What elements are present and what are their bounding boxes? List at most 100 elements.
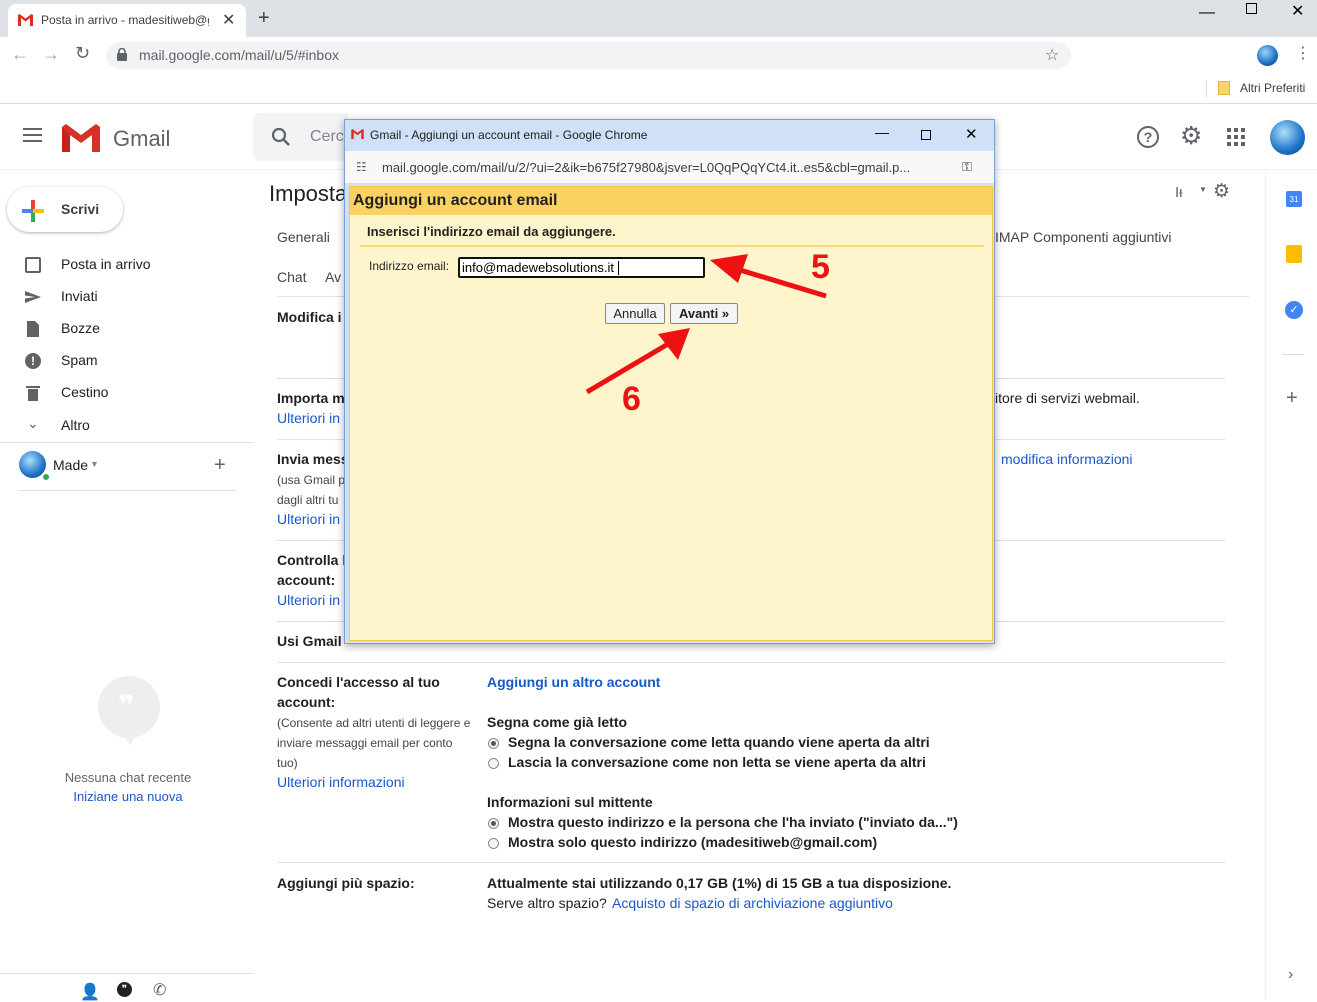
segna-radio-1[interactable]	[488, 738, 499, 749]
apps-grid-icon[interactable]	[1227, 128, 1245, 146]
bookmark-star-icon[interactable]: ☆	[1045, 45, 1059, 65]
profile-avatar-icon[interactable]	[1257, 45, 1278, 66]
row-controlla-link[interactable]: Ulteriori in	[277, 592, 340, 608]
no-chat-text: Nessuna chat recente	[64, 770, 192, 785]
side-panel-separator	[1282, 354, 1304, 355]
tab-addons[interactable]: Componenti aggiuntivi	[1033, 229, 1172, 245]
add-chat-icon[interactable]: +	[214, 454, 226, 477]
add-addon-icon[interactable]: +	[1286, 387, 1298, 410]
step-6-label: 6	[622, 380, 641, 418]
info-radio-2[interactable]	[488, 838, 499, 849]
close-tab-icon[interactable]: ✕	[222, 10, 235, 30]
info-option-1[interactable]: Mostra questo indirizzo e la persona che…	[508, 814, 958, 830]
info-radio-1[interactable]	[488, 818, 499, 829]
info-option-2[interactable]: Mostra solo questo indirizzo (madesitiwe…	[508, 834, 877, 850]
tab-advanced[interactable]: Av	[325, 269, 341, 285]
bookmarks-divider	[1206, 80, 1207, 97]
help-icon[interactable]: ?	[1137, 126, 1159, 148]
gmail-favicon-icon	[18, 14, 33, 26]
add-another-account-link[interactable]: Aggiungi un altro account	[487, 674, 660, 690]
popup-close-icon[interactable]: ✕	[965, 125, 978, 143]
tasks-icon[interactable]: ✓	[1285, 301, 1303, 319]
chat-bubble-icon: ❞	[98, 676, 160, 746]
tab-imap[interactable]: IMAP	[995, 229, 1029, 245]
gmail-logo-text: Gmail	[113, 126, 171, 151]
chrome-menu-icon[interactable]: ⋮	[1295, 43, 1311, 63]
bookmark-folder-label[interactable]: Altri Preferiti	[1240, 81, 1305, 95]
modifica-informazioni-link[interactable]: modifica informazioni	[1001, 451, 1133, 467]
window-close-icon[interactable]: ✕	[1291, 1, 1304, 21]
chevron-down-icon: ⌄	[27, 415, 39, 431]
segna-radio-2[interactable]	[488, 758, 499, 769]
row-concedi-sub: (Consente ad altri utenti di leggere e	[277, 716, 471, 730]
sidebar-item-more[interactable]: ⌄ Altro	[0, 410, 240, 442]
main-menu-icon[interactable]	[23, 128, 42, 142]
segna-option-2[interactable]: Lascia la conversazione come non letta s…	[508, 754, 926, 770]
sidebar-item-drafts[interactable]: Bozze	[0, 313, 240, 345]
tab-chat[interactable]: Chat	[277, 269, 307, 285]
back-icon[interactable]: ←	[11, 44, 29, 65]
compose-button[interactable]: Scrivi	[7, 187, 123, 232]
sidebar-item-sent[interactable]: Inviati	[0, 281, 240, 313]
contacts-icon[interactable]: 👤	[80, 982, 100, 1002]
annotation-arrows	[585, 254, 827, 395]
row-invia-link[interactable]: Ulteriori in	[277, 511, 340, 527]
hangouts-chat-icon[interactable]: ❞	[117, 982, 132, 997]
expand-panel-icon[interactable]: ›	[1288, 966, 1293, 984]
reload-icon[interactable]: ↻	[75, 43, 90, 64]
row-spazio-label: Aggiungi più spazio:	[277, 875, 415, 891]
segna-option-1[interactable]: Segna la conversazione come letta quando…	[508, 734, 930, 750]
sidebar-item-trash[interactable]: Cestino	[0, 377, 240, 409]
gmail-logo-icon[interactable]	[62, 124, 100, 152]
buy-storage-link[interactable]: Acquisto di spazio di archiviazione aggi…	[612, 895, 893, 911]
minimize-icon[interactable]: —	[1199, 4, 1215, 22]
hangouts-account-label[interactable]: Made	[53, 457, 88, 473]
storage-usage-text: Attualmente stai utilizzando 0,17 GB (1%…	[487, 875, 952, 891]
popup-maximize-icon[interactable]	[921, 130, 931, 140]
bookmarks-bar: Altri Preferiti	[0, 74, 1317, 104]
sidebar-item-spam[interactable]: ! Spam	[0, 345, 240, 377]
sidebar-item-inbox[interactable]: Posta in arrivo	[0, 249, 240, 281]
popup-divider	[360, 245, 984, 247]
settings-gear-icon[interactable]: ⚙	[1180, 121, 1202, 151]
popup-url-text: mail.google.com/mail/u/2/?ui=2&ik=b675f2…	[382, 160, 911, 175]
row-divider	[277, 862, 1225, 863]
calendar-icon[interactable]: 31	[1286, 191, 1302, 207]
row-concedi-link[interactable]: Ulteriori informazioni	[277, 774, 405, 790]
browser-tab[interactable]: Posta in arrivo - madesitiweb@g ✕	[8, 4, 246, 37]
phone-icon[interactable]: ✆	[153, 980, 166, 1000]
site-settings-icon[interactable]: ☷	[356, 160, 367, 174]
start-chat-link[interactable]: Iniziane una nuova	[0, 789, 256, 804]
input-tools-icon[interactable]: Iᵼ	[1175, 184, 1183, 201]
key-icon[interactable]: ⚿	[962, 159, 972, 175]
maximize-icon[interactable]	[1246, 3, 1257, 14]
search-box[interactable]: Cerc	[253, 113, 348, 161]
popup-window-title: Gmail - Aggiungi un account email - Goog…	[370, 128, 648, 142]
sidebar-item-label: Posta in arrivo	[61, 256, 151, 272]
trash-icon	[26, 386, 40, 401]
settings-small-gear-icon[interactable]: ⚙	[1213, 180, 1230, 203]
row-concedi-sub: inviare messaggi email per conto	[277, 736, 453, 750]
search-placeholder: Cerc	[310, 128, 344, 145]
row-concedi-sub: tuo)	[277, 756, 298, 770]
row-importa-link[interactable]: Ulteriori in	[277, 410, 340, 426]
row-concedi-label: Concedi l'accesso al tuo	[277, 674, 440, 690]
row-divider	[277, 662, 1225, 663]
folder-icon	[1218, 81, 1230, 95]
input-tools-dropdown-icon[interactable]: ▼	[1199, 185, 1207, 194]
storage-more-text: Serve altro spazio?	[487, 895, 607, 911]
new-tab-icon[interactable]: +	[258, 7, 270, 30]
popup-minimize-icon[interactable]: —	[875, 124, 889, 140]
account-avatar-icon[interactable]	[1270, 120, 1305, 155]
account-dropdown-icon[interactable]: ▼	[90, 459, 99, 469]
tab-general[interactable]: Generali	[277, 229, 330, 245]
arrow-step-5-icon	[710, 254, 827, 299]
search-icon[interactable]	[271, 127, 291, 147]
send-icon	[25, 291, 41, 303]
address-text: mail.google.com/mail/u/5/#inbox	[139, 47, 339, 63]
info-title: Informazioni sul mittente	[487, 794, 653, 810]
popup-heading-bar: Aggiungi un account email	[350, 187, 992, 215]
row-invia-sub: (usa Gmail p	[277, 473, 346, 487]
keep-icon[interactable]	[1286, 245, 1302, 263]
forward-icon[interactable]: →	[42, 44, 60, 65]
